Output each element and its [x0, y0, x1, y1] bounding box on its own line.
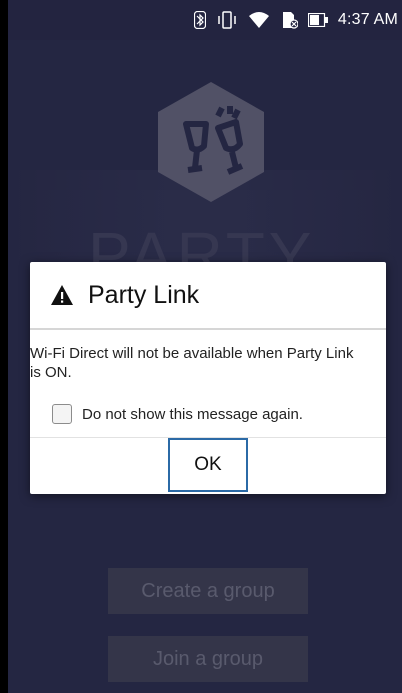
ok-button[interactable]: OK — [168, 438, 248, 492]
dont-show-again-option[interactable]: Do not show this message again. — [52, 404, 303, 424]
bluetooth-icon — [193, 11, 206, 29]
dialog-title: Party Link — [88, 280, 200, 309]
wifi-icon — [248, 12, 269, 28]
sd-card-icon — [282, 12, 298, 29]
battery-icon — [307, 13, 328, 27]
dialog-message: Wi-Fi Direct will not be available when … — [30, 345, 354, 381]
screen: 4:37 AM PARTY Create a group Join a grou… — [8, 0, 402, 693]
status-time: 4:37 AM — [337, 11, 398, 28]
party-link-dialog: Party Link Wi-Fi Direct will not be avai… — [30, 262, 386, 494]
dont-show-again-checkbox[interactable] — [52, 404, 72, 424]
status-bar: 4:37 AM — [8, 0, 402, 40]
vibrate-icon — [218, 11, 236, 29]
status-icons: 4:37 AM — [193, 11, 398, 29]
dont-show-again-label[interactable]: Do not show this message again. — [82, 406, 303, 423]
warning-icon — [51, 285, 73, 305]
dialog-header: Party Link — [30, 262, 386, 330]
